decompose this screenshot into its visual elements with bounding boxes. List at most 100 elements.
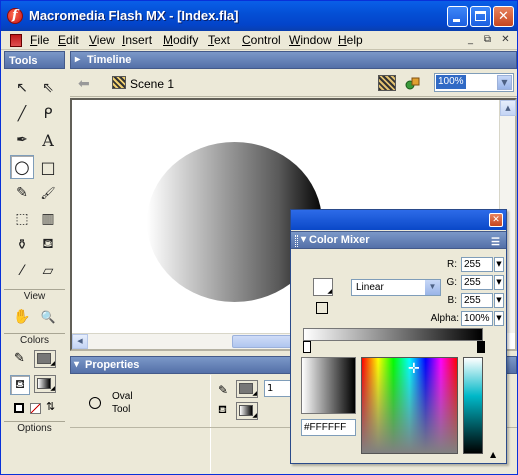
stroke-pencil-icon: ✎ xyxy=(218,383,229,397)
properties-divider xyxy=(210,375,211,473)
zoom-select[interactable]: 100% ▼ xyxy=(434,73,514,92)
hex-input[interactable]: #FFFFFF xyxy=(301,419,356,436)
doc-restore-button[interactable]: ⧉ xyxy=(481,34,494,47)
text-tool[interactable]: A xyxy=(36,128,60,152)
fill-color-swatch[interactable]: ◢ xyxy=(34,375,56,393)
props-stroke-chip xyxy=(239,383,253,394)
blue-input[interactable]: 255 xyxy=(461,293,493,308)
color-mixer-header[interactable]: Color Mixer ☰ xyxy=(291,231,506,249)
red-input[interactable]: 255 xyxy=(461,257,493,272)
fill-type-select[interactable]: Linear ▼ xyxy=(351,279,441,296)
edit-symbols-icon[interactable] xyxy=(404,75,422,91)
timeline-panel-header[interactable]: Timeline xyxy=(70,51,517,69)
menu-insert[interactable]: Insert xyxy=(122,33,152,47)
edit-scene-icon[interactable] xyxy=(378,75,396,91)
tools-panel-header[interactable]: Tools xyxy=(4,51,65,69)
stroke-color-swatch[interactable]: ◢ xyxy=(34,350,56,368)
gradient-definition-bar[interactable] xyxy=(303,328,483,341)
alpha-label: Alpha: xyxy=(430,313,459,324)
panel-grip-icon[interactable] xyxy=(295,235,298,247)
brightness-slider[interactable] xyxy=(463,357,483,454)
green-label: G: xyxy=(446,277,457,288)
stroke-color-chip xyxy=(37,353,51,364)
crosshair-icon: ✛ xyxy=(408,361,420,377)
pencil-tool[interactable]: ✎ xyxy=(10,181,34,205)
alpha-input[interactable]: 100% xyxy=(461,311,493,326)
flash-app-icon[interactable] xyxy=(7,8,23,24)
free-transform-tool[interactable]: ⬚ xyxy=(10,207,34,231)
chevron-down-icon[interactable]: ▼ xyxy=(497,75,512,90)
document-icon[interactable] xyxy=(10,34,22,47)
green-dropdown[interactable]: ▼ xyxy=(494,275,504,290)
paint-bucket-tool[interactable]: ⛾ xyxy=(36,233,60,257)
scroll-left-icon[interactable]: ◀ xyxy=(72,334,88,349)
color-mixer-close-icon[interactable]: ✕ xyxy=(489,213,503,227)
close-button[interactable]: ✕ xyxy=(493,6,514,27)
props-stroke-color-swatch[interactable]: ◢ xyxy=(236,380,258,398)
maximize-button[interactable] xyxy=(470,6,491,27)
red-dropdown[interactable]: ▼ xyxy=(494,257,504,272)
scene-bar: ⬅ Scene 1 100% ▼ xyxy=(70,70,517,97)
dropdown-arrow-icon: ◢ xyxy=(252,390,257,397)
fill-transform-tool[interactable]: ▥ xyxy=(36,207,60,231)
gradient-pointer-white[interactable] xyxy=(303,341,311,353)
fill-color-icon[interactable]: ⛾ xyxy=(10,375,30,395)
panel-options-icon[interactable]: ☰ xyxy=(491,235,500,251)
fill-type-value: Linear xyxy=(356,282,384,293)
blue-dropdown[interactable]: ▼ xyxy=(494,293,504,308)
default-colors-button[interactable] xyxy=(14,403,24,413)
no-color-button[interactable] xyxy=(30,403,41,414)
flash-window: Macromedia Flash MX - [Index.fla] ✕ File… xyxy=(0,0,518,475)
hand-tool[interactable]: ✋ xyxy=(10,305,34,329)
close-icon: ✕ xyxy=(498,9,509,24)
dropdown-arrow-icon: ◢ xyxy=(50,360,55,367)
mixer-fill-bucket-icon[interactable] xyxy=(316,302,328,314)
red-label: R: xyxy=(447,259,457,270)
brush-tool[interactable]: 🖌 xyxy=(36,181,60,205)
line-tool[interactable]: ╱ xyxy=(10,102,34,126)
zoom-tool[interactable]: 🔍 xyxy=(36,305,60,329)
ink-bottle-tool[interactable]: ⚱ xyxy=(10,233,34,257)
horizontal-scrollbar[interactable]: ◀ xyxy=(72,333,312,349)
eyedropper-tool[interactable]: ⁄ xyxy=(10,259,34,283)
swap-colors-icon[interactable]: ⇅ xyxy=(46,400,55,413)
oval-tool[interactable]: ○ xyxy=(10,155,34,179)
minimize-icon xyxy=(453,19,460,22)
mixer-fill-swatch[interactable]: ◢ xyxy=(313,278,333,296)
doc-minimize-button[interactable]: _ xyxy=(464,34,477,47)
rectangle-tool[interactable]: □ xyxy=(36,155,60,179)
menu-help[interactable]: Help xyxy=(338,33,363,47)
scene-clapper-icon xyxy=(112,76,126,89)
tool-name-label: Oval Tool xyxy=(112,390,133,416)
subselect-tool[interactable]: ⇖ xyxy=(36,76,60,100)
colors-section-label: Colors xyxy=(4,333,65,346)
menu-text[interactable]: Text xyxy=(208,33,230,47)
menu-control[interactable]: Control xyxy=(242,33,281,47)
scene-name[interactable]: Scene 1 xyxy=(130,77,174,91)
color-mixer-titlebar[interactable]: ✕ xyxy=(291,210,506,230)
lasso-tool[interactable]: ᑭ xyxy=(36,102,60,126)
doc-close-button[interactable]: ✕ xyxy=(499,34,512,47)
eraser-tool[interactable]: ▱ xyxy=(36,259,60,283)
menu-file[interactable]: File xyxy=(30,33,49,47)
pen-tool[interactable]: ✒ xyxy=(10,128,34,152)
back-arrow-icon[interactable]: ⬅ xyxy=(78,76,90,92)
color-preview xyxy=(301,357,356,414)
gradient-pointer-black[interactable] xyxy=(477,341,485,353)
menu-modify[interactable]: Modify xyxy=(163,33,198,47)
dropdown-arrow-icon: ◢ xyxy=(50,385,55,392)
minimize-button[interactable] xyxy=(447,6,468,27)
arrow-tool[interactable]: ↖ xyxy=(10,76,34,100)
menu-window[interactable]: Window xyxy=(289,33,332,47)
menu-edit[interactable]: Edit xyxy=(58,33,79,47)
brightness-arrow-icon[interactable]: ▲ xyxy=(490,450,496,459)
menu-view[interactable]: View xyxy=(89,33,115,47)
scroll-up-icon[interactable]: ▲ xyxy=(500,100,516,116)
title-bar[interactable]: Macromedia Flash MX - [Index.fla] ✕ xyxy=(1,1,517,31)
green-input[interactable]: 255 xyxy=(461,275,493,290)
window-title: Macromedia Flash MX - [Index.fla] xyxy=(29,8,239,23)
alpha-dropdown[interactable]: ▼ xyxy=(494,311,504,326)
props-fill-color-swatch[interactable]: ◢ xyxy=(236,402,258,420)
options-section-label: Options xyxy=(4,421,65,434)
maximize-icon xyxy=(475,11,486,21)
